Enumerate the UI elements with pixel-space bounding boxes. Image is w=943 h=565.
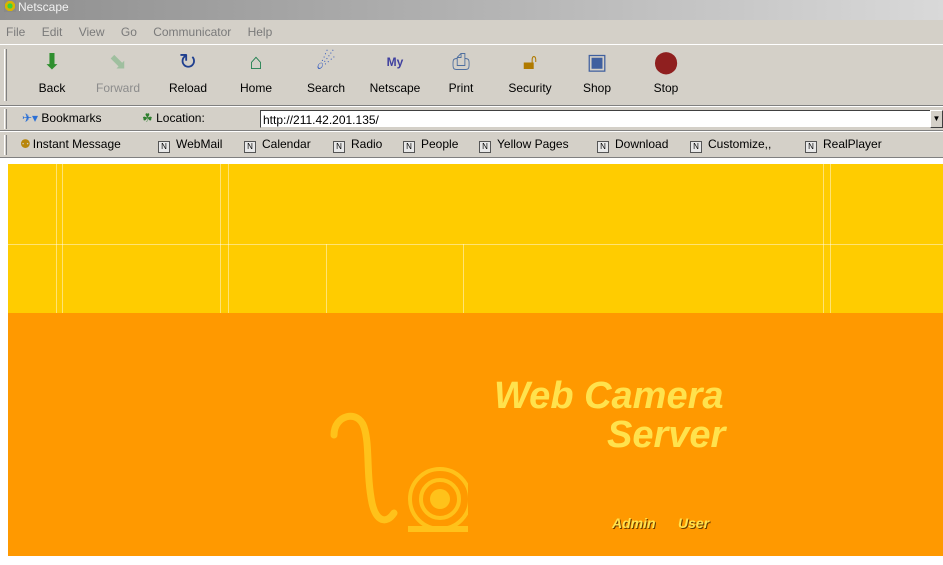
page-link-icon: N [333, 141, 345, 153]
instant-message-icon: ⚉ [20, 137, 31, 151]
navigation-toolbar: ⬇ Back ⬊ Forward ↻ Reload ⌂ Home ☄ Searc… [0, 44, 943, 106]
page-link-icon: N [597, 141, 609, 153]
reload-icon: ↻ [178, 49, 198, 74]
personal-toolbar: ⚉ Instant Message N WebMail N Calendar N Rad… [0, 132, 943, 158]
location-label-group: ☘ Location: [142, 111, 205, 125]
padlock-icon: 🔓︎ [522, 49, 538, 74]
link-label: Calendar [262, 137, 311, 151]
link-customize[interactable]: N Customize,, [690, 137, 771, 153]
link-radio[interactable]: N Radio [333, 137, 382, 153]
netscape-button[interactable]: My Netscape [365, 49, 425, 95]
chevron-down-icon: ▼ [932, 114, 941, 123]
reload-button[interactable]: ↻ Reload [158, 49, 218, 95]
search-icon: ☄ [316, 49, 336, 74]
page-title-line2: Server [607, 414, 726, 456]
location-toolbar: ✈▾ Bookmarks ☘ Location: ▼ [0, 107, 943, 131]
search-button[interactable]: ☄ Search [296, 49, 356, 95]
link-label: Yellow Pages [497, 137, 569, 151]
link-label: Radio [351, 137, 383, 151]
forward-label: Forward [95, 81, 140, 95]
top-banner [8, 164, 943, 313]
stop-label: Stop [653, 81, 679, 95]
bookmarks-label: Bookmarks [41, 111, 102, 125]
page-content: Web Camera Server Admin User [0, 158, 943, 565]
grid-line [463, 244, 464, 313]
bookmarks-button[interactable]: ✈▾ Bookmarks [22, 111, 101, 125]
stop-button[interactable]: ⬤ Stop [636, 49, 696, 95]
link-webmail[interactable]: N WebMail [158, 137, 222, 153]
print-label: Print [448, 81, 474, 95]
security-label: Security [508, 81, 552, 95]
page-link-icon: N [479, 141, 491, 153]
print-button[interactable]: ⎙ Print [431, 49, 491, 95]
admin-link[interactable]: Admin [612, 515, 656, 531]
page-link-icon: N [690, 141, 702, 153]
search-label: Search [306, 81, 346, 95]
menu-file[interactable]: File [6, 25, 25, 39]
window-title: Netscape [18, 0, 69, 14]
shop-label: Shop [582, 81, 612, 95]
home-button[interactable]: ⌂ Home [226, 49, 286, 95]
home-label: Home [239, 81, 272, 95]
link-label: Download [615, 137, 669, 151]
user-link[interactable]: User [678, 515, 709, 531]
menu-bar: File Edit View Go Communicator Help [0, 20, 943, 44]
url-input[interactable] [260, 110, 932, 128]
forward-arrow-icon: ⬊ [108, 49, 128, 74]
page-link-icon: N [805, 141, 817, 153]
menu-edit[interactable]: Edit [42, 25, 63, 39]
link-label: Customize,, [708, 137, 772, 151]
home-icon: ⌂ [249, 49, 263, 74]
link-label: Instant Message [32, 137, 121, 151]
shop-icon: ▣ [586, 49, 608, 74]
printer-icon: ⎙ [452, 49, 470, 74]
grid-line [823, 164, 824, 313]
toolbar-grip[interactable] [4, 49, 7, 101]
link-realplayer[interactable]: N RealPlayer [805, 137, 882, 153]
grid-line [8, 244, 943, 245]
page-title-line1: Web Camera [494, 375, 724, 417]
page-link-icon: N [403, 141, 415, 153]
title-bar: Netscape [0, 0, 943, 20]
location-grip[interactable] [4, 109, 7, 129]
location-label: Location: [156, 111, 205, 125]
reload-label: Reload [168, 81, 208, 95]
menu-view[interactable]: View [79, 25, 105, 39]
link-calendar[interactable]: N Calendar [244, 137, 311, 153]
my-netscape-icon: My [386, 55, 404, 69]
grid-line [62, 164, 63, 313]
personal-toolbar-grip[interactable] [4, 135, 7, 155]
link-download[interactable]: N Download [597, 137, 668, 153]
menu-communicator[interactable]: Communicator [153, 25, 231, 39]
main-banner: Web Camera Server Admin User [8, 313, 943, 556]
forward-button[interactable]: ⬊ Forward [88, 49, 148, 95]
security-button[interactable]: 🔓︎ Security [500, 49, 560, 95]
link-label: People [421, 137, 459, 151]
grid-line [56, 164, 57, 313]
link-people[interactable]: N People [403, 137, 458, 153]
page-link-icon: N [244, 141, 256, 153]
shop-button[interactable]: ▣ Shop [567, 49, 627, 95]
link-instant-message[interactable]: ⚉ Instant Message [20, 137, 121, 151]
back-button[interactable]: ⬇ Back [22, 49, 82, 95]
stop-light-icon: ⬤ [653, 49, 679, 74]
link-label: WebMail [176, 137, 223, 151]
bookmarks-icon: ✈▾ [22, 111, 39, 125]
netscape-logo-icon [4, 0, 16, 12]
menu-help[interactable]: Help [248, 25, 273, 39]
link-label: RealPlayer [823, 137, 882, 151]
menu-go[interactable]: Go [121, 25, 137, 39]
webcam-illustration-icon [330, 412, 468, 532]
link-yellow-pages[interactable]: N Yellow Pages [479, 137, 569, 153]
grid-line [830, 164, 831, 313]
netscape-label: Netscape [369, 81, 421, 95]
page-link-icon: N [158, 141, 170, 153]
grid-line [220, 164, 221, 313]
url-dropdown-button[interactable]: ▼ [930, 110, 943, 128]
grid-line [228, 164, 229, 313]
page-proxy-icon[interactable]: ☘ [142, 111, 153, 125]
back-arrow-icon: ⬇ [42, 49, 62, 74]
back-label: Back [38, 81, 66, 95]
grid-line [326, 244, 327, 313]
